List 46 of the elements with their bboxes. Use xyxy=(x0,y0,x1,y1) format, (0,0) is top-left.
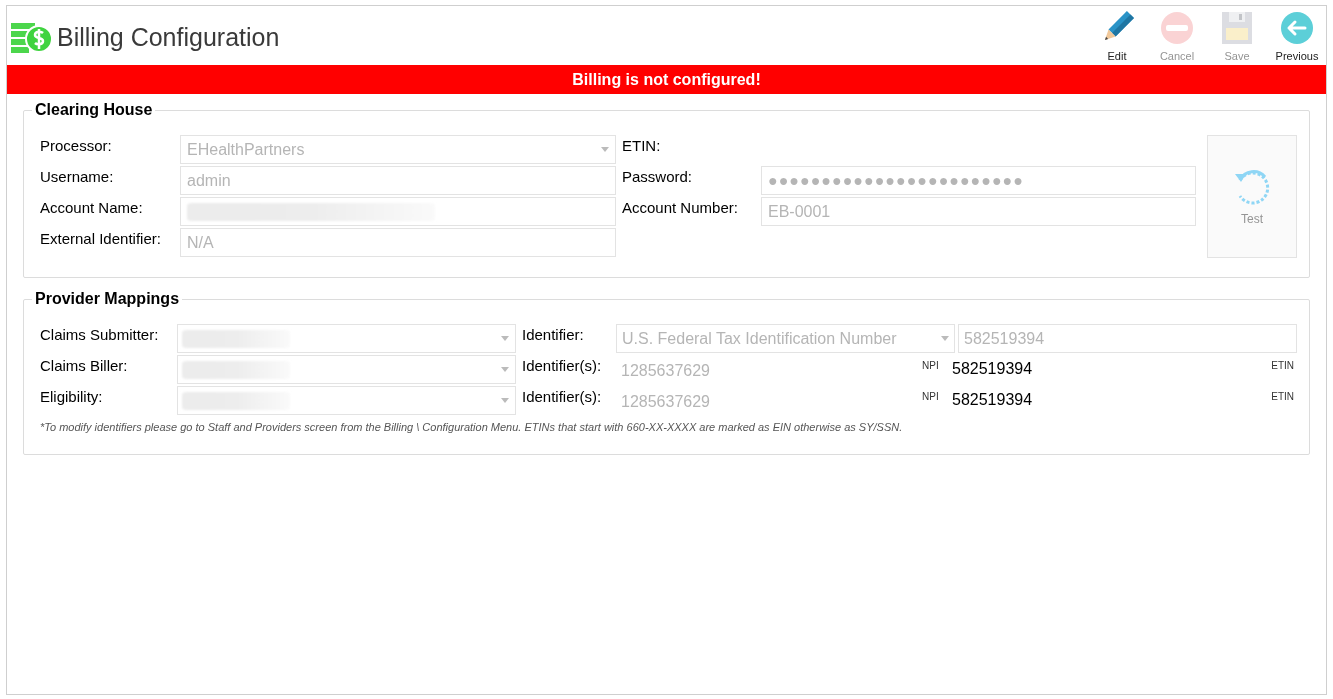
dropdown-field[interactable]: EHealthPartners xyxy=(180,135,616,164)
dropdown-field[interactable] xyxy=(177,386,516,415)
password-field[interactable]: ●●●●●●●●●●●●●●●●●●●●●●●● xyxy=(761,166,1196,195)
dropdown-field[interactable]: U.S. Federal Tax Identification Number xyxy=(616,324,955,353)
field-label: ETIN: xyxy=(622,136,662,156)
npi-value: 1285637629 xyxy=(620,361,711,381)
dropdown-caret-icon xyxy=(601,147,609,152)
input-field[interactable]: EB-0001 xyxy=(761,197,1196,226)
toolbar-button[interactable]: Previous xyxy=(1274,10,1320,63)
field-label: Processor: xyxy=(40,136,113,156)
etin-value: 582519394 xyxy=(952,359,1034,379)
field-label: Claims Submitter: xyxy=(40,325,160,345)
group-title: Clearing House xyxy=(32,100,156,120)
group-title: Provider Mappings xyxy=(32,289,183,309)
dropdown-caret-icon xyxy=(501,367,509,372)
field-label: Claims Biller: xyxy=(40,356,129,376)
input-field[interactable] xyxy=(180,197,616,226)
input-field[interactable]: N/A xyxy=(180,228,616,257)
npi-tag: NPI xyxy=(922,390,952,415)
etin-tag: ETIN xyxy=(1271,359,1297,384)
minus-circle-icon xyxy=(1160,10,1194,45)
field-label: Username: xyxy=(40,167,115,187)
input-field[interactable]: admin xyxy=(180,166,616,195)
etin-value: 582519394 xyxy=(952,390,1034,410)
field-label: Eligibility: xyxy=(40,387,104,407)
field-label: Identifier: xyxy=(522,325,585,345)
dropdown-caret-icon xyxy=(501,398,509,403)
field-label: Identifier(s): xyxy=(522,356,603,376)
field-label: External Identifier: xyxy=(40,229,162,249)
money-icon xyxy=(11,22,53,53)
page-title: Billing Configuration xyxy=(57,25,280,50)
input-field[interactable]: 582519394 xyxy=(958,324,1297,353)
dropdown-caret-icon xyxy=(941,336,949,341)
dropdown-field[interactable] xyxy=(177,355,516,384)
field-label: Account Number: xyxy=(622,198,739,218)
field-label: Password: xyxy=(622,167,694,187)
dropdown-caret-icon xyxy=(501,336,509,341)
etin-tag: ETIN xyxy=(1271,390,1297,415)
footnote: *To modify identifiers please go to Staff and Providers screen from the Billing \ Configuration Menu. ETINs that start with 660-XX-XXXX are marked as EIN otherwise as SY/SSN. xyxy=(40,420,904,435)
alert-banner: Billing is not configured! xyxy=(7,65,1326,94)
field-label: Account Name: xyxy=(40,198,144,218)
field-label: Identifier(s): xyxy=(522,387,603,407)
npi-tag: NPI xyxy=(922,359,952,384)
toolbar-button[interactable]: Edit xyxy=(1094,10,1140,63)
dropdown-field[interactable] xyxy=(177,324,516,353)
npi-value: 1285637629 xyxy=(620,392,711,412)
